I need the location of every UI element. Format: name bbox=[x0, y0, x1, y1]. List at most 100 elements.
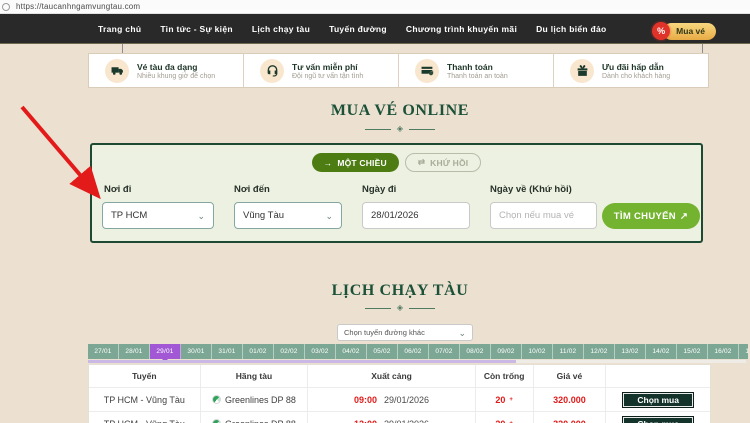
header-operator: Hãng tàu bbox=[201, 365, 309, 387]
nav-item-island-travel[interactable]: Du lịch biển đảo bbox=[536, 24, 606, 34]
feature-subtitle: Thanh toán an toàn bbox=[447, 73, 508, 80]
nav-item-routes[interactable]: Tuyến đường bbox=[329, 24, 387, 34]
main-navbar: Trang chủ Tin tức - Sự kiện Lịch chạy tà… bbox=[0, 14, 750, 44]
table-row: TP HCM - Vũng Tàu Greenlines DP 88 12:00… bbox=[89, 412, 710, 423]
depart-date-input[interactable]: 28/01/2026 bbox=[362, 202, 470, 229]
feature-tickets: Vé tàu đa dạng Nhiều khung giờ để chọn bbox=[89, 54, 244, 87]
table-header-row: Tuyến Hãng tàu Xuất cảng Còn trống Giá v… bbox=[89, 365, 710, 388]
date-cell[interactable]: 01/02 bbox=[243, 344, 274, 359]
date-cell[interactable]: 28/01 bbox=[119, 344, 150, 359]
feature-subtitle: Dành cho khách hàng bbox=[602, 73, 670, 80]
table-row: TP HCM - Vũng Tàu Greenlines DP 88 09:00… bbox=[89, 388, 710, 412]
return-date-input[interactable]: Chọn nếu mua vé bbox=[490, 202, 597, 229]
buy-ticket-cta-button[interactable]: % Mua vé bbox=[663, 23, 716, 40]
nav-item-home[interactable]: Trang chủ bbox=[98, 24, 141, 34]
diamond-ornament-icon: ◈ bbox=[397, 125, 403, 133]
date-cell[interactable]: 11/02 bbox=[553, 344, 584, 359]
greenlines-logo-icon bbox=[212, 395, 221, 404]
header-departure: Xuất cảng bbox=[308, 365, 475, 387]
row-price: 320.000 bbox=[534, 388, 607, 411]
date-cell[interactable]: 17/02 bbox=[739, 344, 748, 359]
schedule-table: Tuyến Hãng tàu Xuất cảng Còn trống Giá v… bbox=[88, 364, 711, 423]
browser-url-bar[interactable]: https://taucanhngamvungtau.com bbox=[0, 0, 750, 14]
row-action: Chọn mua bbox=[606, 388, 710, 411]
scrollbar-thumb[interactable] bbox=[88, 360, 516, 363]
nav-item-news[interactable]: Tin tức - Sự kiện bbox=[160, 24, 233, 34]
date-cell[interactable]: 04/02 bbox=[336, 344, 367, 359]
payment-card-icon bbox=[415, 59, 439, 83]
date-cell[interactable]: 05/02 bbox=[367, 344, 398, 359]
header-action bbox=[606, 365, 710, 387]
header-price: Giá vé bbox=[534, 365, 607, 387]
date-cell[interactable]: 16/02 bbox=[708, 344, 739, 359]
feature-support: Tư vấn miễn phí Đội ngũ tư vấn tận tình bbox=[244, 54, 399, 87]
date-strip-scrollbar[interactable] bbox=[88, 360, 746, 363]
date-cell[interactable]: 27/01 bbox=[88, 344, 119, 359]
date-cell[interactable]: 03/02 bbox=[305, 344, 336, 359]
buy-online-title: MUA VÉ ONLINE bbox=[88, 102, 712, 120]
search-trips-button[interactable]: TÌM CHUYẾN ↗ bbox=[602, 203, 700, 229]
buy-button[interactable]: Chọn mua bbox=[622, 392, 694, 408]
feature-title: Tư vấn miễn phí bbox=[292, 62, 363, 72]
date-cell[interactable]: 06/02 bbox=[398, 344, 429, 359]
ornament-divider: ◈ bbox=[88, 125, 712, 133]
date-cell[interactable]: 29/01 bbox=[150, 344, 181, 359]
nav-item-schedule[interactable]: Lịch chạy tàu bbox=[252, 24, 310, 34]
from-label: Nơi đi bbox=[104, 184, 131, 195]
arrow-right-icon: → bbox=[324, 158, 333, 168]
chevron-down-icon: ⌄ bbox=[458, 330, 466, 336]
features-strip: Vé tàu đa dạng Nhiều khung giờ để chọn T… bbox=[88, 53, 709, 88]
buy-button[interactable]: Chọn mua bbox=[622, 416, 694, 423]
header-route: Tuyến bbox=[89, 365, 201, 387]
buy-ticket-cta-label: Mua vé bbox=[676, 26, 705, 36]
diamond-ornament-icon: ◈ bbox=[397, 304, 403, 312]
one-way-tab[interactable]: → MỘT CHIỀU bbox=[312, 153, 399, 172]
date-cell[interactable]: 10/02 bbox=[522, 344, 553, 359]
row-operator: Greenlines DP 88 bbox=[201, 412, 309, 423]
to-select[interactable]: Vũng Tàu ⌄ bbox=[234, 202, 342, 229]
row-action: Chọn mua bbox=[606, 412, 710, 423]
date-cell[interactable]: 09/02 bbox=[491, 344, 522, 359]
url-text[interactable]: https://taucanhngamvungtau.com bbox=[16, 2, 140, 11]
swap-icon: ⇄ bbox=[418, 157, 425, 168]
from-select[interactable]: TP HCM ⌄ bbox=[102, 202, 214, 229]
browser-icon bbox=[2, 3, 10, 11]
date-cell[interactable]: 14/02 bbox=[646, 344, 677, 359]
schedule-title: LỊCH CHẠY TÀU bbox=[88, 282, 712, 300]
date-cell[interactable]: 13/02 bbox=[615, 344, 646, 359]
route-select[interactable]: Chọn tuyến đường khác ⌄ bbox=[337, 324, 473, 341]
row-seats: 20+ bbox=[476, 412, 534, 423]
depart-date-label: Ngày đi bbox=[362, 184, 396, 195]
feature-subtitle: Nhiều khung giờ để chọn bbox=[137, 73, 215, 80]
nav-item-promotions[interactable]: Chương trình khuyến mãi bbox=[406, 24, 517, 34]
headset-icon bbox=[260, 59, 284, 83]
greenlines-logo-icon bbox=[212, 419, 221, 423]
date-cell[interactable]: 30/01 bbox=[181, 344, 212, 359]
row-seats: 20+ bbox=[476, 388, 534, 411]
row-price: 320.000 bbox=[534, 412, 607, 423]
round-trip-tab[interactable]: ⇄ KHỨ HỒI bbox=[405, 153, 482, 172]
feature-title: Ưu đãi hấp dẫn bbox=[602, 62, 670, 72]
to-label: Nơi đến bbox=[234, 184, 270, 195]
header-seats: Còn trống bbox=[476, 365, 534, 387]
feature-title: Thanh toán bbox=[447, 62, 508, 72]
feature-promo: Ưu đãi hấp dẫn Dành cho khách hàng bbox=[554, 54, 708, 87]
date-cell[interactable]: 31/01 bbox=[212, 344, 243, 359]
truck-icon bbox=[105, 59, 129, 83]
booking-form: → MỘT CHIỀU ⇄ KHỨ HỒI Nơi đi Nơi đến Ngà… bbox=[90, 143, 703, 243]
gift-icon bbox=[570, 59, 594, 83]
chevron-down-icon: ⌄ bbox=[325, 213, 333, 219]
row-route: TP HCM - Vũng Tàu bbox=[89, 412, 201, 423]
feature-subtitle: Đội ngũ tư vấn tận tình bbox=[292, 73, 363, 80]
chevron-down-icon: ⌄ bbox=[197, 213, 205, 219]
feature-title: Vé tàu đa dạng bbox=[137, 62, 215, 72]
date-cell[interactable]: 12/02 bbox=[584, 344, 615, 359]
row-departure: 12:00 29/01/2026 bbox=[308, 412, 475, 423]
date-strip: 27/0128/0129/0130/0131/0101/0202/0203/02… bbox=[88, 344, 748, 359]
date-cell[interactable]: 02/02 bbox=[274, 344, 305, 359]
arrow-up-right-icon: ↗ bbox=[680, 211, 688, 222]
date-cell[interactable]: 15/02 bbox=[677, 344, 708, 359]
row-route: TP HCM - Vũng Tàu bbox=[89, 388, 201, 411]
date-cell[interactable]: 07/02 bbox=[429, 344, 460, 359]
date-cell[interactable]: 08/02 bbox=[460, 344, 491, 359]
